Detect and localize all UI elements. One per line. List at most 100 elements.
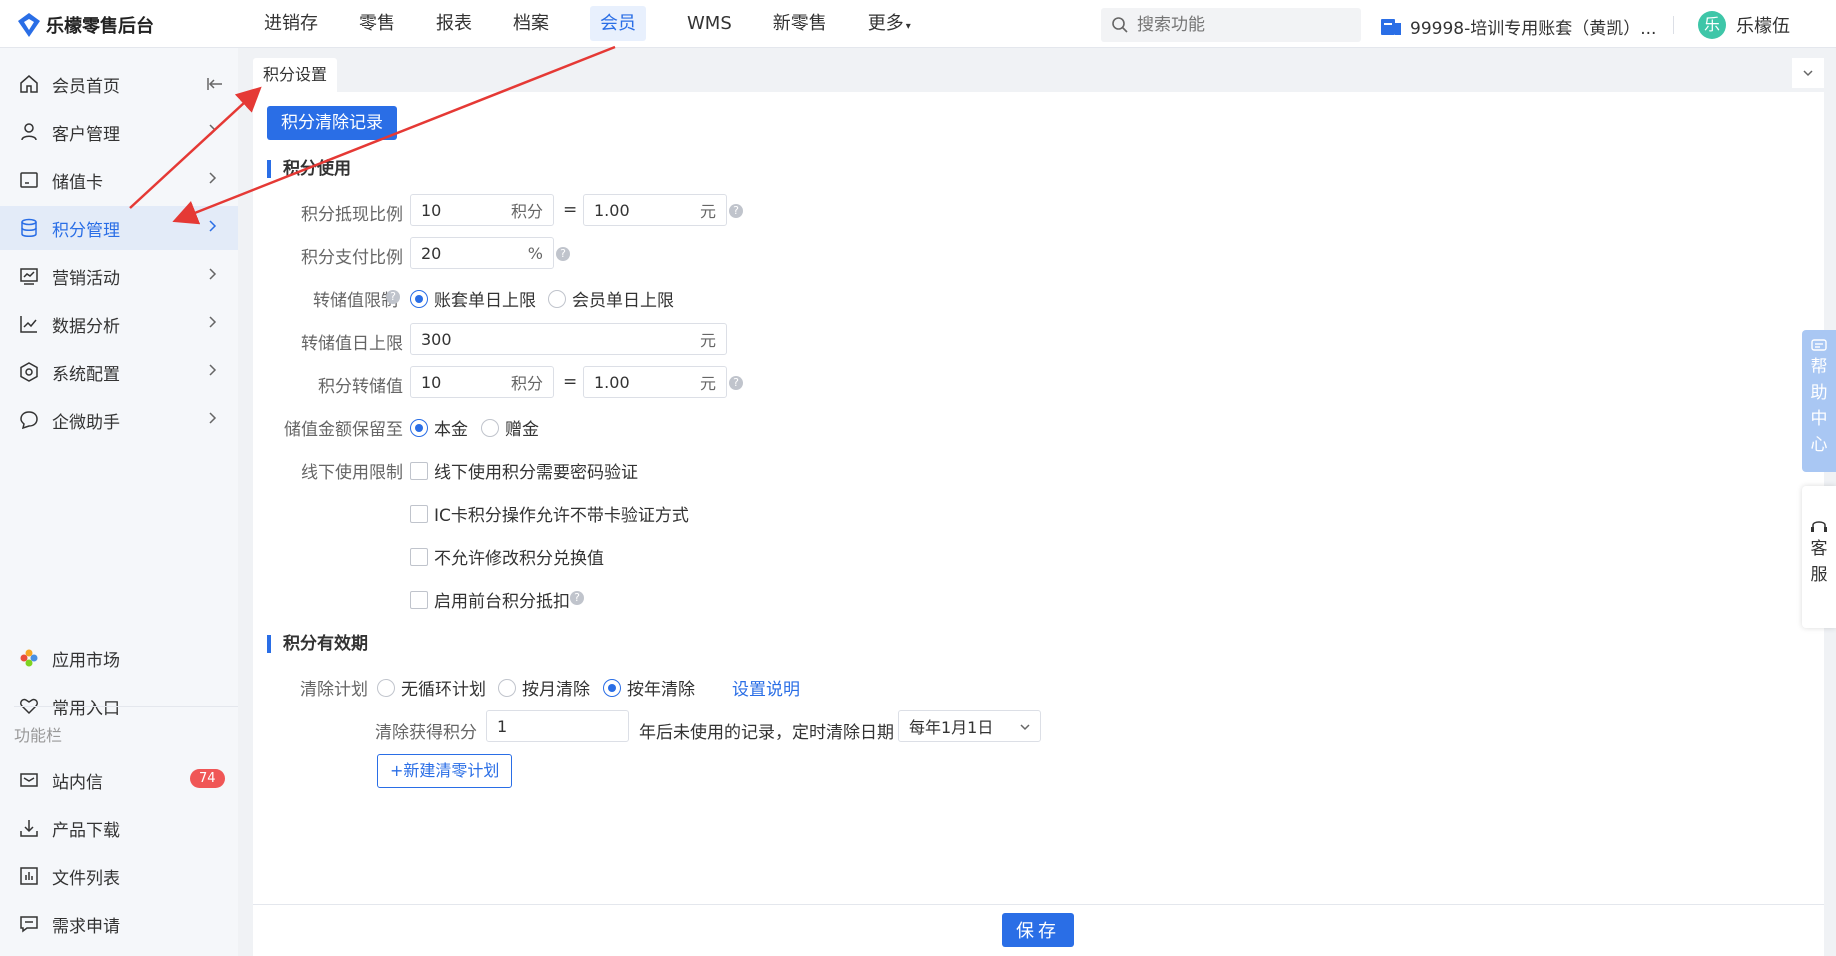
- sidebar-item-app-market[interactable]: 应用市场: [0, 636, 238, 680]
- radio-dot: [548, 289, 566, 308]
- cash-ratio-label: 积分抵现比例: [301, 205, 403, 225]
- bar-chart-icon: [18, 865, 40, 887]
- checkbox-label: 启用前台积分抵扣: [434, 592, 570, 612]
- radio-account-daily-limit[interactable]: 账套单日上限: [410, 286, 536, 311]
- checkbox-front-deduct[interactable]: 启用前台积分抵扣: [410, 587, 570, 612]
- input-value: 20: [421, 243, 442, 263]
- radio-principal[interactable]: 本金: [410, 415, 468, 440]
- checkbox-box: [410, 461, 428, 480]
- top-nav: 进销存 零售 报表 档案 会员 WMS 新零售 更多 ▾: [244, 0, 932, 48]
- nav-member[interactable]: 会员: [570, 0, 666, 48]
- sidebar-item-downloads[interactable]: 产品下载: [0, 806, 238, 850]
- customer-service-tab[interactable]: 客 服: [1802, 486, 1836, 628]
- radio-dot: [498, 678, 516, 697]
- nav-inventory[interactable]: 进销存: [244, 0, 338, 48]
- sidebar-item-files[interactable]: 文件列表: [0, 854, 238, 898]
- sidebar-item-label: 数据分析: [52, 316, 120, 337]
- search-icon: [1112, 17, 1128, 33]
- chevron-right-icon: [209, 172, 217, 184]
- collapse-sidebar-icon[interactable]: [206, 75, 224, 93]
- daily-limit-label: 转储值日上限: [301, 334, 403, 354]
- transfer-value-label: 积分转储值: [318, 377, 403, 397]
- nav-wms[interactable]: WMS: [667, 0, 752, 48]
- chevron-right-icon: [209, 316, 217, 328]
- transfer-yuan-input[interactable]: 1.00 元: [583, 366, 727, 398]
- transfer-limit-label: 转储值限制: [313, 291, 398, 311]
- checkbox-box: [410, 590, 428, 609]
- tab-points-settings[interactable]: 积分设置: [253, 58, 338, 92]
- equals-sign: =: [563, 372, 578, 392]
- checkbox-label: 不允许修改积分兑换值: [434, 549, 604, 569]
- divider: [14, 706, 238, 707]
- cash-ratio-points-input[interactable]: 10 积分: [410, 194, 554, 226]
- help-icon[interactable]: ?: [729, 376, 743, 390]
- group-title: 功能栏: [14, 726, 63, 745]
- sidebar-item-label: 企微助手: [52, 412, 120, 433]
- transfer-points-input[interactable]: 10 积分: [410, 366, 554, 398]
- save-button[interactable]: 保存: [1002, 913, 1074, 947]
- sidebar-item-member-home[interactable]: 会员首页: [0, 62, 238, 106]
- checkbox-no-modify[interactable]: 不允许修改积分兑换值: [410, 544, 604, 569]
- sidebar-item-requests[interactable]: 需求申请: [0, 902, 238, 946]
- help-icon[interactable]: ?: [556, 247, 570, 261]
- sidebar-item-config[interactable]: 系统配置: [0, 350, 238, 394]
- sidebar-item-marketing[interactable]: 营销活动: [0, 254, 238, 298]
- daily-limit-input[interactable]: 300 元: [410, 323, 727, 355]
- account-switcher[interactable]: 99998-培训专用账套（黄凯）...: [1380, 14, 1656, 39]
- radio-monthly[interactable]: 按月清除: [498, 675, 590, 700]
- clear-record-button[interactable]: 积分清除记录: [267, 106, 397, 140]
- unit-label: 元: [699, 331, 716, 350]
- add-clear-plan-button[interactable]: +新建清零计划: [377, 754, 513, 788]
- input-value: 10: [421, 200, 442, 220]
- sidebar-item-analytics[interactable]: 数据分析: [0, 302, 238, 346]
- checkbox-box: [410, 547, 428, 566]
- app-logo[interactable]: 乐檬零售后台: [18, 12, 154, 38]
- app-title: 乐檬零售后台: [46, 16, 154, 37]
- checkbox-ic-card[interactable]: IC卡积分操作允许不带卡验证方式: [410, 501, 689, 526]
- tab-menu[interactable]: [1792, 58, 1824, 88]
- caret-down-icon: ▾: [905, 21, 911, 32]
- equals-sign: =: [563, 200, 578, 220]
- sidebar-item-stored-card[interactable]: 储值卡: [0, 158, 238, 202]
- pay-ratio-input[interactable]: 20 %: [410, 237, 554, 269]
- radio-yearly[interactable]: 按年清除: [603, 675, 695, 700]
- nav-retail[interactable]: 零售: [339, 0, 415, 48]
- sidebar-item-wecom[interactable]: 企微助手: [0, 398, 238, 442]
- radio-label: 无循环计划: [401, 680, 486, 700]
- chevron-right-icon: [209, 124, 217, 136]
- chevron-right-icon: [209, 364, 217, 376]
- sidebar-item-customer[interactable]: 客户管理: [0, 110, 238, 154]
- help-icon[interactable]: ?: [386, 290, 400, 304]
- nav-new-retail[interactable]: 新零售: [753, 0, 847, 48]
- search-input[interactable]: [1137, 15, 1337, 35]
- settings-icon: [18, 361, 40, 383]
- settings-help-link[interactable]: 设置说明: [732, 675, 800, 700]
- sidebar-item-points[interactable]: 积分管理: [0, 206, 238, 250]
- chat-icon: [18, 409, 40, 431]
- search-box[interactable]: [1101, 8, 1361, 42]
- radio-bonus[interactable]: 赠金: [481, 415, 539, 440]
- nav-reports[interactable]: 报表: [416, 0, 492, 48]
- help-center-tab[interactable]: 帮 助 中 心: [1802, 330, 1836, 472]
- sidebar-item-messages[interactable]: 站内信 74: [0, 758, 238, 802]
- help-icon[interactable]: ?: [729, 204, 743, 218]
- sidebar-item-label: 会员首页: [52, 76, 120, 97]
- radio-label: 按月清除: [522, 680, 590, 700]
- radio-member-daily-limit[interactable]: 会员单日上限: [548, 286, 674, 311]
- nav-archive[interactable]: 档案: [493, 0, 569, 48]
- nav-more[interactable]: 更多 ▾: [848, 0, 931, 48]
- user-menu[interactable]: 乐 乐檬伍: [1698, 11, 1790, 39]
- user-name: 乐檬伍: [1736, 16, 1790, 37]
- unit-label: %: [527, 243, 543, 263]
- clear-date-select[interactable]: 每年1月1日: [898, 710, 1041, 742]
- input-value: 1: [497, 716, 508, 736]
- clear-years-input[interactable]: 1: [486, 710, 629, 742]
- radio-no-cycle[interactable]: 无循环计划: [377, 675, 486, 700]
- footer-bar: 保存: [253, 904, 1824, 956]
- unit-label: 元: [699, 202, 716, 221]
- help-text: 助: [1810, 383, 1828, 403]
- checkbox-offline-password[interactable]: 线下使用积分需要密码验证: [410, 458, 638, 483]
- divider: [1673, 16, 1674, 34]
- cash-ratio-yuan-input[interactable]: 1.00 元: [583, 194, 727, 226]
- help-icon[interactable]: ?: [570, 591, 584, 605]
